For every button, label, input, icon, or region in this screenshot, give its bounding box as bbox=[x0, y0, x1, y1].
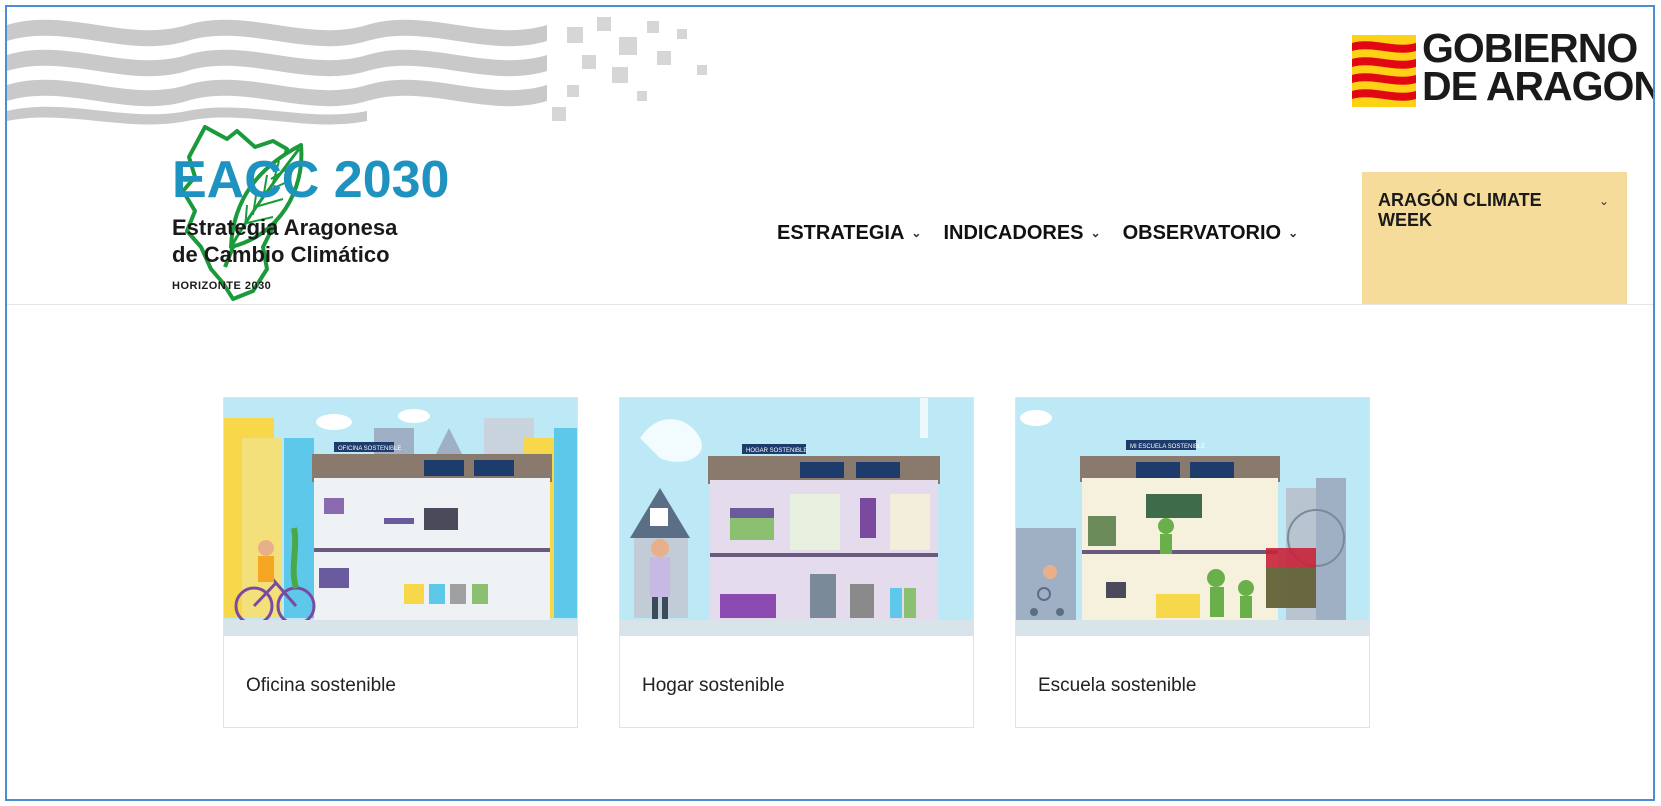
nav-item-climate-week[interactable]: ARAGÓN CLIMATE WEEK ⌄ bbox=[1362, 172, 1627, 304]
gov-logo-line1: GOBIERNO bbox=[1422, 25, 1638, 71]
gov-logo-line2: DE ARAGON bbox=[1422, 63, 1655, 109]
chevron-down-icon: ⌄ bbox=[1598, 194, 1609, 208]
chevron-down-icon: ⌄ bbox=[1090, 226, 1101, 240]
home-sign: HOGAR SOSTENIBLE bbox=[746, 448, 807, 454]
climate-week-label: ARAGÓN CLIMATE WEEK bbox=[1378, 190, 1542, 230]
card-title[interactable]: Hogar sostenible bbox=[642, 675, 785, 697]
page-frame: GOBIERNO DE ARAGON EACC 2030 Estrategia … bbox=[5, 5, 1655, 801]
card-title[interactable]: Escuela sostenible bbox=[1038, 675, 1196, 697]
home-illustration[interactable]: HOGAR SOSTENIBLE bbox=[620, 398, 973, 636]
brand-subtitle-line1: Estrategia Aragonesa bbox=[172, 215, 398, 240]
brand-title: EACC 2030 bbox=[172, 151, 450, 209]
card-oficina-sostenible[interactable]: OFICINA SOSTENIBLE Oficina sostenible bbox=[223, 397, 578, 728]
chevron-down-icon: ⌄ bbox=[911, 226, 922, 240]
nav-item-observatorio[interactable]: OBSERVATORIO ⌄ bbox=[1123, 222, 1299, 245]
school-sign: MI ESCUELA SOSTENIBLE bbox=[1130, 444, 1205, 450]
chevron-down-icon: ⌄ bbox=[1288, 226, 1299, 240]
nav-label: INDICADORES bbox=[943, 221, 1084, 244]
nav-label: OBSERVATORIO bbox=[1122, 221, 1282, 244]
nav-item-estrategia[interactable]: ESTRATEGIA ⌄ bbox=[777, 222, 921, 245]
office-sign: OFICINA SOSTENIBLE bbox=[338, 446, 401, 452]
aragon-flag-icon bbox=[1352, 35, 1416, 107]
brand-subtitle: Estrategia Aragonesa de Cambio Climático bbox=[172, 214, 397, 268]
office-illustration[interactable]: OFICINA SOSTENIBLE bbox=[224, 398, 577, 636]
card-escuela-sostenible[interactable]: MI ESCUELA SOSTENIBLE Escuela sostenible bbox=[1015, 397, 1370, 728]
nav-item-indicadores[interactable]: INDICADORES ⌄ bbox=[943, 222, 1100, 245]
header-divider bbox=[7, 304, 1653, 305]
card-hogar-sostenible[interactable]: HOGAR SOSTENIBLE Hogar sostenible bbox=[619, 397, 974, 728]
school-illustration[interactable]: MI ESCUELA SOSTENIBLE bbox=[1016, 398, 1369, 636]
header-banner-graphic bbox=[7, 17, 707, 125]
gobierno-aragon-logo[interactable]: GOBIERNO DE ARAGON bbox=[1352, 28, 1653, 111]
brand-horizon: HORIZONTE 2030 bbox=[172, 280, 272, 292]
main-nav: ESTRATEGIA ⌄ INDICADORES ⌄ OBSERVATORIO … bbox=[777, 213, 1320, 253]
nav-label: ESTRATEGIA bbox=[777, 221, 905, 244]
brand-subtitle-line2: de Cambio Climático bbox=[172, 242, 390, 267]
card-title[interactable]: Oficina sostenible bbox=[246, 675, 396, 697]
